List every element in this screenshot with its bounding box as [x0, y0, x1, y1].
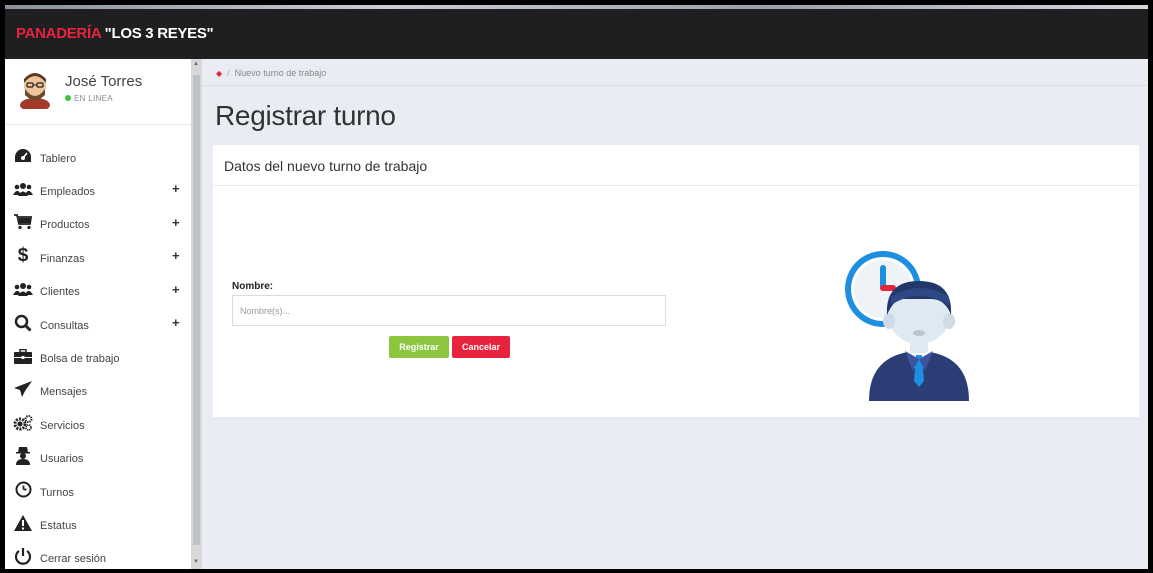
sidebar-item-label: Productos — [40, 219, 90, 232]
warning-icon — [13, 513, 33, 533]
cogs-icon — [13, 413, 33, 433]
cart-icon — [13, 212, 33, 232]
app-window: PANADERÍA "LOS 3 REYES" José Torres EN L… — [5, 5, 1148, 569]
form-card: Datos del nuevo turno de trabajo Nombre:… — [213, 145, 1139, 417]
sidebar-item-label: Turnos — [40, 486, 74, 499]
users-icon — [13, 279, 33, 299]
power-icon — [13, 546, 33, 566]
sidebar-item-label: Cerrar sesión — [40, 553, 107, 566]
brand-name: PANADERÍA — [16, 25, 105, 42]
sidebar-item-label: Usuarios — [40, 453, 84, 466]
home-icon[interactable]: ◆ — [216, 69, 222, 78]
page-title: Registrar turno — [215, 100, 396, 131]
paper-plane-icon — [13, 379, 33, 399]
user-status-label: EN LINEA — [74, 94, 113, 103]
sidebar-item-estatus[interactable]: Estatus — [5, 506, 191, 539]
sidebar: José Torres EN LINEA Tablero Empleados + — [5, 59, 191, 569]
name-input[interactable] — [232, 295, 666, 326]
clock-icon — [13, 480, 33, 500]
briefcase-icon — [13, 346, 33, 366]
sidebar-item-bolsa-de-trabajo[interactable]: Bolsa de trabajo — [5, 339, 191, 372]
breadcrumb-current: Nuevo turno de trabajo — [234, 68, 327, 78]
name-label: Nombre: — [232, 281, 274, 292]
sidebar-menu: Tablero Empleados + Productos + $ Finanz… — [5, 139, 191, 569]
user-secret-icon — [13, 446, 33, 466]
expand-plus-icon[interactable]: + — [172, 282, 180, 297]
sidebar-item-clientes[interactable]: Clientes + — [5, 273, 191, 306]
sidebar-item-turnos[interactable]: Turnos — [5, 473, 191, 506]
expand-plus-icon[interactable]: + — [172, 315, 180, 330]
scroll-up-arrow-icon[interactable]: ▲ — [193, 61, 199, 67]
expand-plus-icon[interactable]: + — [172, 248, 180, 263]
breadcrumb: ◆ / Nuevo turno de trabajo — [202, 59, 1148, 86]
sidebar-item-consultas[interactable]: Consultas + — [5, 306, 191, 339]
sidebar-item-label: Servicios — [40, 419, 85, 432]
avatar — [20, 73, 50, 109]
cancel-button[interactable]: Cancelar — [452, 336, 510, 358]
breadcrumb-separator: / — [227, 68, 230, 78]
sidebar-item-empleados[interactable]: Empleados + — [5, 172, 191, 205]
user-status: EN LINEA — [65, 94, 113, 103]
sidebar-item-mensajes[interactable]: Mensajes — [5, 373, 191, 406]
expand-plus-icon[interactable]: + — [172, 215, 180, 230]
expand-plus-icon[interactable]: + — [172, 181, 180, 196]
sidebar-item-cerrar-sesion[interactable]: Cerrar sesión — [5, 540, 191, 569]
dashboard-icon — [13, 146, 33, 166]
sidebar-item-servicios[interactable]: Servicios — [5, 406, 191, 439]
users-icon — [13, 179, 33, 199]
online-dot-icon — [65, 95, 71, 101]
sidebar-item-label: Mensajes — [40, 386, 88, 399]
user-name: José Torres — [65, 73, 143, 90]
sidebar-item-label: Bolsa de trabajo — [40, 353, 120, 366]
sidebar-item-usuarios[interactable]: Usuarios — [5, 440, 191, 473]
scroll-down-arrow-icon[interactable]: ▼ — [193, 559, 199, 565]
dollar-icon: $ — [17, 245, 29, 267]
sidebar-item-finanzas[interactable]: $ Finanzas + — [5, 239, 191, 272]
search-icon — [13, 313, 33, 333]
brand-quote: "LOS 3 REYES" — [104, 25, 214, 42]
brand-logo[interactable]: PANADERÍA "LOS 3 REYES" — [16, 25, 214, 42]
card-title: Datos del nuevo turno de trabajo — [224, 158, 428, 174]
sidebar-item-label: Estatus — [40, 519, 77, 532]
sidebar-item-label: Consultas — [40, 319, 89, 332]
sidebar-item-label: Empleados — [40, 186, 96, 199]
sidebar-item-label: Tablero — [40, 152, 77, 165]
top-stripe — [5, 5, 1148, 9]
top-navbar: PANADERÍA "LOS 3 REYES" — [5, 5, 1148, 59]
sidebar-item-label: Clientes — [40, 286, 80, 299]
shift-worker-illustration — [845, 251, 969, 401]
sidebar-item-tablero[interactable]: Tablero — [5, 139, 191, 172]
sidebar-scrollbar[interactable]: ▲ ▼ — [191, 59, 202, 569]
sidebar-item-productos[interactable]: Productos + — [5, 206, 191, 239]
sidebar-item-label: Finanzas — [40, 252, 85, 265]
user-panel: José Torres EN LINEA — [5, 59, 191, 125]
breadcrumb-trail: ◆ / Nuevo turno de trabajo — [216, 68, 326, 78]
card-header: Datos del nuevo turno de trabajo — [213, 145, 1139, 186]
register-button[interactable]: Registrar — [389, 336, 449, 358]
scrollbar-thumb[interactable] — [193, 75, 200, 545]
